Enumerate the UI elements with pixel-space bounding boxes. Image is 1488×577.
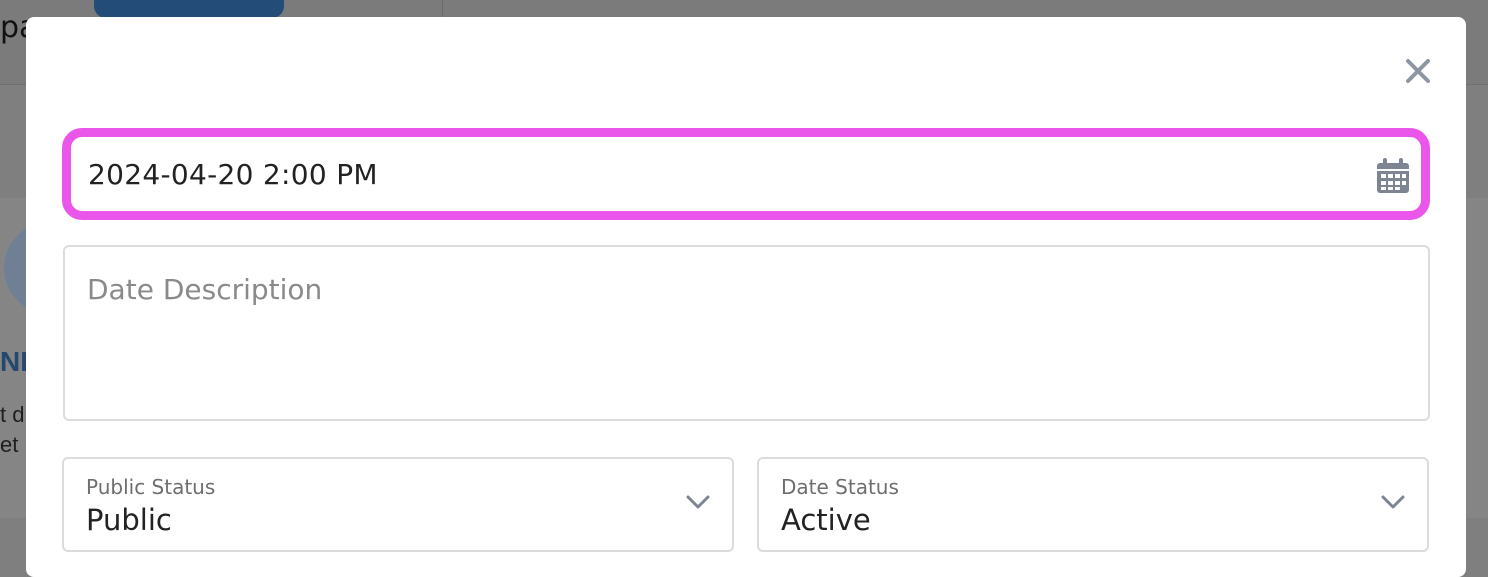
- background-button: [94, 0, 284, 18]
- background-text-line: t d: [0, 402, 25, 427]
- close-button[interactable]: [1402, 55, 1434, 87]
- date-description-textarea[interactable]: Date Description: [63, 245, 1430, 421]
- date-status-value: Active: [781, 503, 871, 537]
- public-status-select[interactable]: Public Status Public: [62, 457, 734, 552]
- calendar-icon[interactable]: [1376, 158, 1410, 199]
- edit-date-modal: 2024-04-20 2:00 PM Date Description Publ…: [26, 17, 1466, 577]
- close-icon: [1406, 59, 1430, 83]
- date-status-label: Date Status: [781, 475, 899, 499]
- date-description-placeholder: Date Description: [87, 273, 323, 306]
- date-time-input[interactable]: 2024-04-20 2:00 PM: [62, 128, 1430, 220]
- date-status-select[interactable]: Date Status Active: [757, 457, 1429, 552]
- background-name: NI: [0, 346, 28, 377]
- public-status-label: Public Status: [86, 475, 216, 499]
- public-status-value: Public: [86, 503, 172, 537]
- chevron-down-icon: [1381, 495, 1405, 509]
- chevron-down-icon: [686, 495, 710, 509]
- date-time-value: 2024-04-20 2:00 PM: [88, 157, 378, 191]
